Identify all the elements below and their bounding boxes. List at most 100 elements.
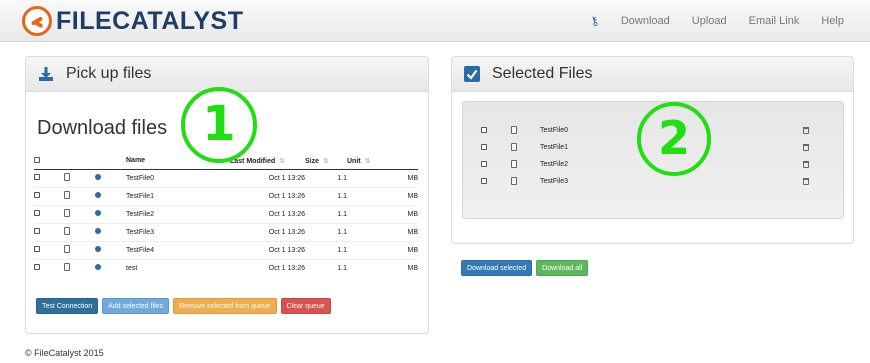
file-name: TestFile1 — [126, 186, 230, 205]
table-row[interactable]: TestFile1 Oct 1 13:26 1.1 MB — [34, 186, 418, 205]
selected-file-name: TestFile0 — [540, 126, 569, 134]
nav-upload[interactable]: Upload — [692, 15, 727, 27]
pickup-action-buttons: Test Connection Add selected files Remov… — [36, 298, 335, 314]
add-circle-icon[interactable] — [95, 246, 101, 252]
file-modified: Oct 1 13:26 — [230, 204, 305, 223]
add-circle-icon[interactable] — [95, 264, 101, 271]
file-modified: Oct 1 13:26 — [230, 186, 305, 205]
file-unit: MB — [347, 258, 418, 277]
file-name: test — [126, 258, 230, 277]
file-modified: Oct 1 13:26 — [230, 168, 305, 187]
trash-icon[interactable] — [803, 126, 809, 134]
file-modified: Oct 1 13:26 — [230, 258, 305, 277]
file-unit: MB — [347, 204, 418, 223]
file-unit: MB — [347, 168, 418, 187]
file-icon — [511, 160, 517, 168]
file-size: 1.1 — [305, 186, 347, 205]
logo-text: FILECATALYST — [56, 6, 244, 35]
list-item[interactable]: TestFile3 — [481, 173, 821, 189]
nav-links: ⚷ Download Upload Email Link Help — [588, 0, 870, 42]
file-icon — [511, 143, 517, 151]
col-unit-header[interactable]: Unit ⇅ — [347, 153, 418, 170]
sort-icon: ⇅ — [364, 157, 371, 165]
row-checkbox[interactable] — [481, 178, 487, 184]
file-unit: MB — [347, 186, 418, 205]
nav-email-link[interactable]: Email Link — [749, 15, 800, 27]
table-row[interactable]: test Oct 1 13:26 1.1 MB — [34, 258, 418, 277]
file-icon — [64, 191, 70, 199]
table-row[interactable]: TestFile2 Oct 1 13:26 1.1 MB — [34, 204, 418, 223]
selected-file-name: TestFile1 — [540, 143, 569, 151]
selected-file-name: TestFile3 — [540, 177, 569, 185]
pickup-panel-title: Pick up files — [66, 65, 152, 82]
file-size: 1.1 — [305, 168, 347, 187]
nav-help[interactable]: Help — [821, 15, 844, 27]
clear-queue-button[interactable]: Clear queue — [280, 298, 331, 314]
file-icon — [64, 173, 70, 181]
col-size-header[interactable]: Size ⇅ — [305, 153, 347, 170]
filecatalyst-logo[interactable]: FILECATALYST — [22, 6, 243, 36]
selected-files-heading: Selected Files — [452, 57, 853, 92]
add-circle-icon[interactable] — [95, 210, 101, 216]
row-checkbox[interactable] — [34, 228, 40, 234]
top-navbar: FILECATALYST ⚷ Download Upload Email Lin… — [0, 0, 870, 42]
row-checkbox[interactable] — [34, 174, 40, 180]
row-checkbox[interactable] — [481, 161, 487, 167]
file-unit: MB — [347, 222, 418, 241]
file-icon — [511, 126, 517, 134]
file-icon — [511, 177, 517, 185]
logo-mark-icon — [22, 6, 52, 36]
download-all-button[interactable]: Download all — [536, 260, 589, 276]
file-name: TestFile0 — [126, 168, 230, 187]
table-row[interactable]: TestFile0 Oct 1 13:26 1.1 MB — [34, 168, 418, 187]
selected-file-name: TestFile2 — [540, 160, 569, 168]
add-circle-icon[interactable] — [95, 228, 101, 234]
annotation-marker-1: 1 — [181, 87, 257, 163]
file-icon — [64, 227, 70, 235]
file-modified: Oct 1 13:26 — [230, 240, 305, 259]
row-checkbox[interactable] — [481, 127, 487, 133]
files-table: Name Last Modified ⇅ Size ⇅ Unit ⇅ TestFile… — [34, 153, 418, 277]
download-buttons: Download selected Download all — [461, 260, 592, 276]
file-size: 1.1 — [305, 240, 347, 259]
test-connection-button[interactable]: Test Connection — [36, 298, 99, 314]
row-checkbox[interactable] — [34, 210, 40, 216]
trash-icon[interactable] — [803, 160, 809, 168]
download-files-heading: Download files — [37, 117, 168, 139]
trash-icon[interactable] — [803, 177, 809, 185]
sort-icon: ⇅ — [323, 157, 329, 165]
row-checkbox[interactable] — [34, 264, 40, 271]
table-row[interactable]: TestFile4 Oct 1 13:26 1.1 MB — [34, 240, 418, 259]
file-name: TestFile2 — [126, 204, 230, 223]
trash-icon[interactable] — [803, 143, 809, 151]
remove-selected-button[interactable]: Remove selected from queue — [173, 298, 277, 314]
annotation-marker-2: 2 — [637, 102, 711, 176]
file-name: TestFile3 — [126, 222, 230, 241]
pickup-panel-heading: Pick up files — [26, 57, 428, 92]
file-unit: MB — [347, 240, 418, 259]
file-icon — [64, 263, 70, 272]
download-selected-button[interactable]: Download selected — [461, 260, 533, 276]
file-icon — [64, 209, 70, 217]
selected-files-title: Selected Files — [492, 65, 593, 82]
file-size: 1.1 — [305, 222, 347, 241]
sort-icon: ⇅ — [279, 157, 285, 165]
add-circle-icon[interactable] — [95, 192, 101, 198]
select-all-checkbox[interactable] — [34, 156, 40, 163]
row-checkbox[interactable] — [34, 192, 40, 198]
file-name: TestFile4 — [126, 240, 230, 259]
checked-box-icon — [464, 66, 480, 82]
nav-download[interactable]: Download — [621, 15, 670, 27]
file-modified: Oct 1 13:26 — [230, 222, 305, 241]
table-row[interactable]: TestFile3 Oct 1 13:26 1.1 MB — [34, 222, 418, 241]
row-checkbox[interactable] — [34, 246, 40, 252]
file-icon — [64, 245, 70, 253]
add-circle-icon[interactable] — [95, 174, 101, 180]
footer-copyright: © FileCatalyst 2015 — [25, 348, 104, 358]
add-selected-files-button[interactable]: Add selected files — [102, 298, 170, 314]
key-icon[interactable]: ⚷ — [588, 13, 601, 29]
file-size: 1.1 — [305, 204, 347, 223]
file-size: 1.1 — [305, 258, 347, 277]
row-checkbox[interactable] — [481, 144, 487, 150]
download-icon — [39, 67, 53, 81]
